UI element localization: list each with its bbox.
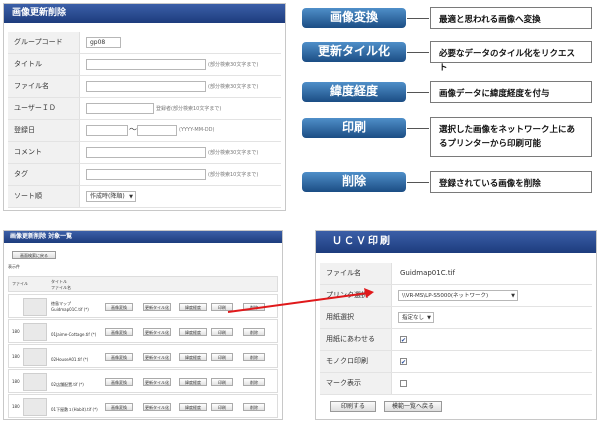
arrow-head-icon	[364, 288, 374, 298]
arrow-line	[227, 292, 369, 313]
red-arrow	[227, 288, 374, 313]
